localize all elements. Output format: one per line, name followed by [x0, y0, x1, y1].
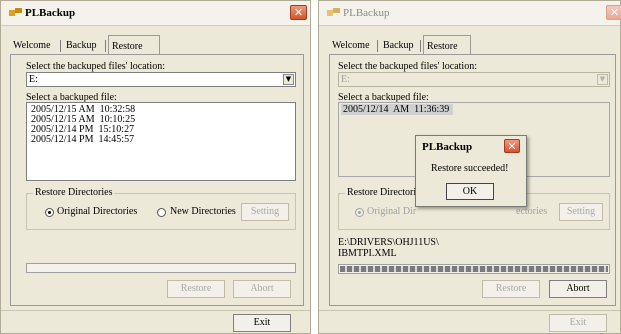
progress-fill [340, 266, 608, 272]
close-button[interactable]: ✕ [606, 5, 621, 20]
right-titlebar: PLBackup ✕ [319, 1, 621, 26]
location-label: Select the backuped files' location: [26, 61, 165, 72]
tab-separator [60, 40, 61, 52]
window-title: PLBackup [343, 7, 390, 19]
list-item[interactable]: 2005/12/14 AM 11:36:39 [343, 105, 449, 115]
tab-backup[interactable]: Backup [63, 38, 100, 53]
close-icon: ✕ [609, 6, 620, 19]
right-window: PLBackup ✕ Welcome Backup Restore Select… [318, 0, 621, 334]
tab-restore[interactable]: Restore [108, 35, 160, 54]
progress-bar [338, 264, 610, 274]
radio-new-label[interactable]: ectories [516, 206, 547, 217]
app-icon [9, 8, 22, 16]
radio-new-directories[interactable] [157, 208, 166, 217]
radio-original-label[interactable]: Original Directories [57, 206, 137, 217]
location-combo[interactable]: E: ▼ [338, 72, 610, 87]
tab-bar: Welcome Backup Restore [10, 35, 170, 54]
restore-button[interactable]: Restore [482, 280, 540, 298]
chevron-down-icon[interactable]: ▼ [283, 74, 294, 85]
radio-new-label[interactable]: New Directories [170, 206, 236, 217]
dialog-title: PLBackup [422, 141, 473, 153]
footer-divider [319, 310, 620, 311]
radio-original-directories[interactable] [355, 208, 364, 217]
abort-button[interactable]: Abort [549, 280, 607, 298]
file-list[interactable]: 2005/12/15 AM 10:32:58 2005/12/15 AM 10:… [26, 102, 296, 181]
tab-separator [377, 40, 378, 52]
radio-original-label[interactable]: Original Dir [367, 206, 416, 217]
current-file-path: E:\DRIVERS\OHJ11US\ [338, 237, 439, 248]
tab-welcome[interactable]: Welcome [329, 38, 373, 53]
abort-button[interactable]: Abort [233, 280, 291, 298]
list-item[interactable]: 2005/12/14 PM 14:45:57 [31, 135, 134, 145]
progress-bar [26, 263, 296, 273]
tab-separator [105, 40, 106, 52]
tab-backup[interactable]: Backup [380, 38, 417, 53]
radio-original-directories[interactable] [45, 208, 54, 217]
close-button[interactable]: ✕ [290, 5, 307, 20]
group-title: Restore Directories [33, 187, 115, 198]
left-window: PLBackup ✕ Welcome Backup Restore Select… [0, 0, 311, 334]
location-value: E: [29, 74, 38, 85]
ok-button[interactable]: OK [446, 183, 494, 200]
location-label: Select the backuped files' location: [338, 61, 477, 72]
restore-button[interactable]: Restore [167, 280, 225, 298]
current-file-name: IBMTPI.XML [338, 248, 397, 259]
window-title: PLBackup [25, 7, 76, 19]
app-icon [327, 8, 340, 16]
exit-button[interactable]: Exit [233, 314, 291, 332]
dialog-close-button[interactable]: ✕ [504, 139, 520, 153]
location-combo[interactable]: E: ▼ [26, 72, 296, 87]
group-title: Restore Directorie [345, 187, 423, 198]
footer-divider [1, 310, 310, 311]
left-titlebar: PLBackup ✕ [1, 1, 310, 26]
setting-button[interactable]: Setting [559, 203, 603, 221]
restore-success-dialog: PLBackup ✕ Restore succeeded! OK [415, 135, 527, 207]
tab-restore[interactable]: Restore [423, 35, 471, 54]
tab-welcome[interactable]: Welcome [10, 38, 54, 53]
setting-button[interactable]: Setting [241, 203, 289, 221]
dialog-message: Restore succeeded! [431, 163, 509, 174]
close-icon: ✕ [507, 140, 517, 153]
exit-button[interactable]: Exit [549, 314, 607, 332]
chevron-down-icon[interactable]: ▼ [597, 74, 608, 85]
tab-separator [420, 40, 421, 52]
tab-bar: Welcome Backup Restore [329, 35, 489, 54]
close-icon: ✕ [293, 6, 304, 19]
location-value: E: [341, 74, 350, 85]
